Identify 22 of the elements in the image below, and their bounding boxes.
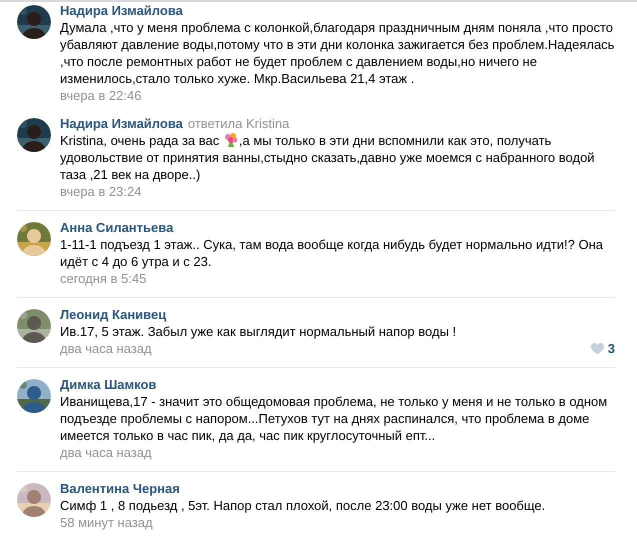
bouquet-icon	[222, 132, 239, 148]
comment-text: Ив.17, 5 этаж. Забыл уже как выглядит нормальный напор воды !	[60, 323, 458, 340]
author-name[interactable]: Леонид Канивец	[60, 306, 166, 323]
comment-time[interactable]: сегодня в 5:45	[60, 270, 146, 287]
comment-text: 1-11-1 подъезд 1 этаж.. Сука, там вода вообще когда нибудь будет нормально идти!? Она идёт с 4 до 6 утра и с 23.	[60, 236, 604, 270]
reply-note[interactable]: ответила Kristina	[188, 115, 290, 132]
author-name[interactable]: Валентина Черная	[60, 480, 180, 497]
like-count: 3	[608, 341, 615, 356]
comment-text: Симф 1 , 8 подьезд , 5эт. Напор стал плохой, после 23:00 воды уже нет вообще.	[60, 497, 546, 514]
comment-time[interactable]: вчера в 22:46	[60, 87, 142, 104]
author-name[interactable]: Надира Измайлова	[60, 115, 183, 132]
author-name[interactable]: Анна Силантьева	[60, 219, 174, 236]
author-name[interactable]: Надира Измайлова	[60, 2, 183, 19]
comment-time[interactable]: 58 минут назад	[60, 514, 153, 531]
heart-icon[interactable]	[590, 342, 604, 354]
comment-text: Иванищева,17 - значит это общедомовая проблема, не только у меня и не только в одном подъезде проблемы с напором...Петухов тут на днях распинался, что проблема в доме имеется только в час пик, да да, час пик круглосуточный епт...	[60, 393, 608, 444]
comment-text: Kristina, очень рада за вас ,а мы только в эти дни вспомнили как это, получать удовольствие от принятия ванны,стыдно сказать,давно уже моемся с набранного водой таза ,21 век на дворе..)	[60, 132, 596, 183]
comment-time[interactable]: вчера в 23:24	[60, 183, 142, 200]
author-name[interactable]: Димка Шамков	[60, 376, 156, 393]
comment-time[interactable]: два часа назад	[60, 444, 152, 461]
comment-time[interactable]: два часа назад	[60, 340, 152, 357]
comment-text: Думала ,что у меня проблема с колонкой,благодаря праздничным дням поняла ,что просто убавляют давление воды,потому что в эти дни колонка зажигается без проблем.Надеялась ,что после ремонтных работ не будет проблем с давлением воды,но ничего не изменилось,стало только хуже. Мкр.Васильева 21,4 этаж .	[60, 19, 615, 87]
